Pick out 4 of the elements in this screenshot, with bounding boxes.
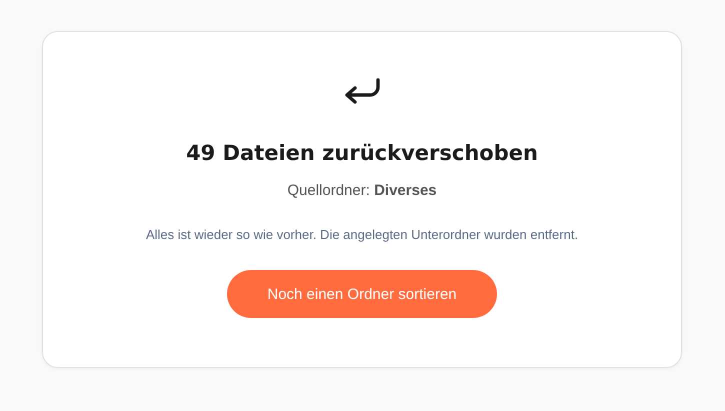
message: Alles ist wieder so wie vorher. Die angelegten Unterordner wurden entfernt.: [146, 227, 578, 242]
title: 49 Dateien zurückverschoben: [186, 141, 538, 165]
source-folder-label: Quellordner: Diverses: [287, 182, 437, 199]
sort-another-folder-button[interactable]: Noch einen Ordner sortieren: [227, 270, 497, 318]
